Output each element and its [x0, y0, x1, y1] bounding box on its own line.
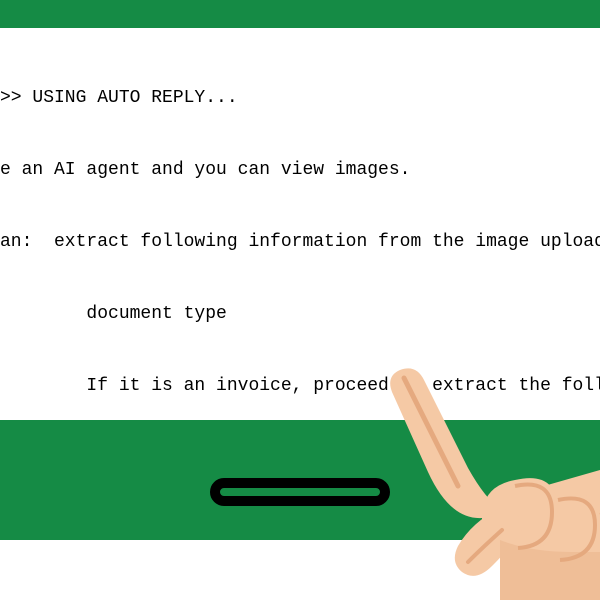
- monitor-base-area: [0, 540, 600, 600]
- monitor-button-slot: [210, 478, 390, 506]
- terminal-line: e an AI agent and you can view images.: [0, 158, 600, 182]
- terminal-line: If it is an invoice, proceed to extract …: [0, 374, 600, 398]
- terminal-screen: >> USING AUTO REPLY... e an AI agent and…: [0, 28, 600, 420]
- terminal-line: document type: [0, 302, 600, 326]
- monitor-illustration: >> USING AUTO REPLY... e an AI agent and…: [0, 0, 600, 600]
- monitor-bezel-top: [0, 0, 600, 28]
- terminal-line: >> USING AUTO REPLY...: [0, 86, 600, 110]
- terminal-line: an: extract following information from t…: [0, 230, 600, 254]
